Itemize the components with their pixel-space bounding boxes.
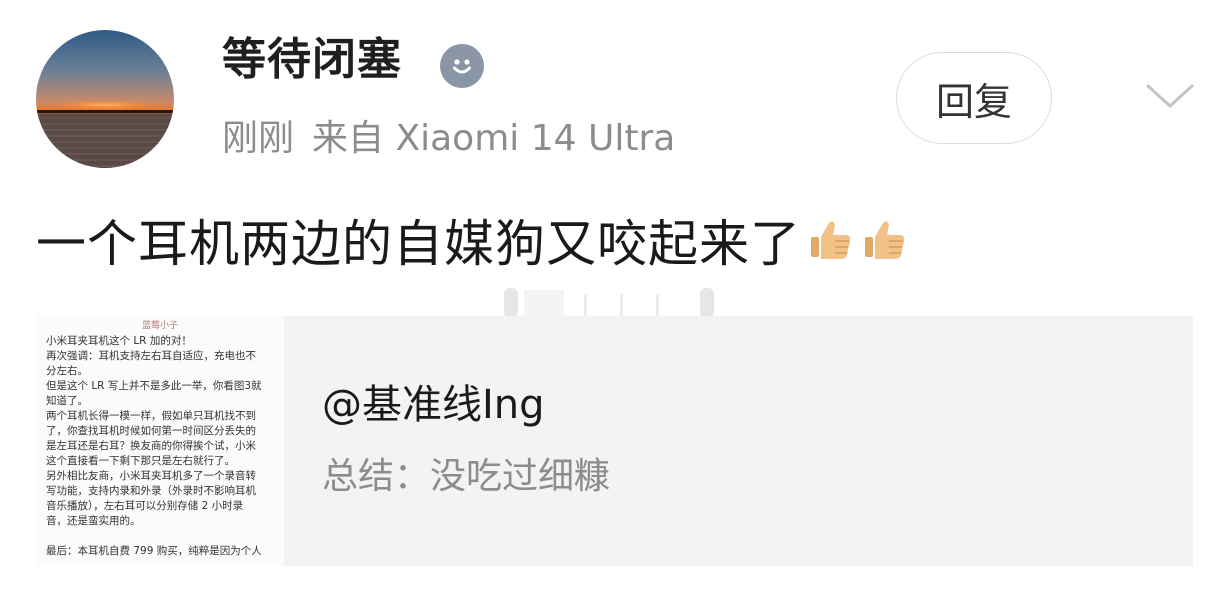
- chevron-down-icon[interactable]: [1142, 78, 1198, 114]
- post-text: 一个耳机两边的自媒狗又咬起来了: [36, 208, 909, 284]
- post-text-content: 一个耳机两边的自媒狗又咬起来了: [36, 215, 801, 273]
- thumbnail-line: 另外相比友商，小米耳夹耳机多了一个录音转: [46, 470, 256, 482]
- thumbnail-line: 最后：本耳机自费 799 购买，纯粹是因为个人: [46, 545, 262, 557]
- thumbnail-line: 音乐播放），左右耳可以分别存储 2 小时录: [46, 500, 244, 512]
- avatar[interactable]: [36, 30, 174, 168]
- reply-button[interactable]: 回复: [896, 52, 1052, 144]
- thumbnail-line: 两个耳机长得一模一样，假如单只耳机找不到: [46, 410, 256, 422]
- thumbnail-line: 但是这个 LR 写上并不是多此一举，你看图3就: [46, 380, 262, 392]
- thumbs-up-icon: [805, 212, 855, 284]
- avatar-water: [36, 114, 174, 168]
- thumbnail-line: 是左耳还是右耳？换友商的你得挨个试，小米: [46, 440, 256, 452]
- thumbnail-line: [46, 529, 276, 544]
- quoted-author-link[interactable]: @基准线Ing: [322, 378, 545, 432]
- quoted-post-thumbnail[interactable]: 蓝莓小子 小米耳夹耳机这个 LR 加的对！ 再次强调：耳机支持左右耳自适应，充电…: [36, 316, 284, 566]
- thumbnail-line: 再次强调：耳机支持左右耳自适应，充电也不: [46, 350, 256, 362]
- image-edge-marks: [500, 284, 726, 320]
- thumbnail-line: 小米耳夹耳机这个 LR 加的对！: [46, 335, 192, 347]
- quoted-post-card[interactable]: 蓝莓小子 小米耳夹耳机这个 LR 加的对！ 再次强调：耳机支持左右耳自适应，充电…: [36, 316, 1193, 566]
- smiley-badge-icon: [440, 44, 484, 88]
- thumbnail-text: 小米耳夹耳机这个 LR 加的对！ 再次强调：耳机支持左右耳自适应，充电也不 分左…: [36, 330, 284, 559]
- thumbnail-line: 知道了。: [46, 395, 88, 407]
- post-time: 刚刚: [222, 118, 295, 159]
- post-meta: 刚刚 来自 Xiaomi 14 Ultra: [222, 112, 675, 166]
- avatar-horizon: [36, 110, 174, 113]
- avatar-sun-glow: [52, 100, 158, 110]
- thumbnail-line: 了，你查找耳机时候如何第一时间区分丢失的: [46, 425, 256, 437]
- post-source: 来自 Xiaomi 14 Ultra: [312, 118, 676, 159]
- thumbnail-header: 蓝莓小子: [141, 321, 178, 331]
- quoted-post-summary: 总结：没吃过细糠: [322, 456, 611, 497]
- thumbnail-line: 分左右。: [46, 365, 88, 377]
- thumbnail-line: 音，还是蛮实用的。: [46, 515, 141, 527]
- thumbnail-line: 这个直接看一下剩下那只是左右就行了。: [46, 455, 235, 467]
- thumbnail-line: 写功能，支持内录和外录（外录时不影响耳机: [46, 485, 256, 497]
- username[interactable]: 等待闭塞: [222, 30, 402, 90]
- thumbs-up-icon: [859, 212, 909, 284]
